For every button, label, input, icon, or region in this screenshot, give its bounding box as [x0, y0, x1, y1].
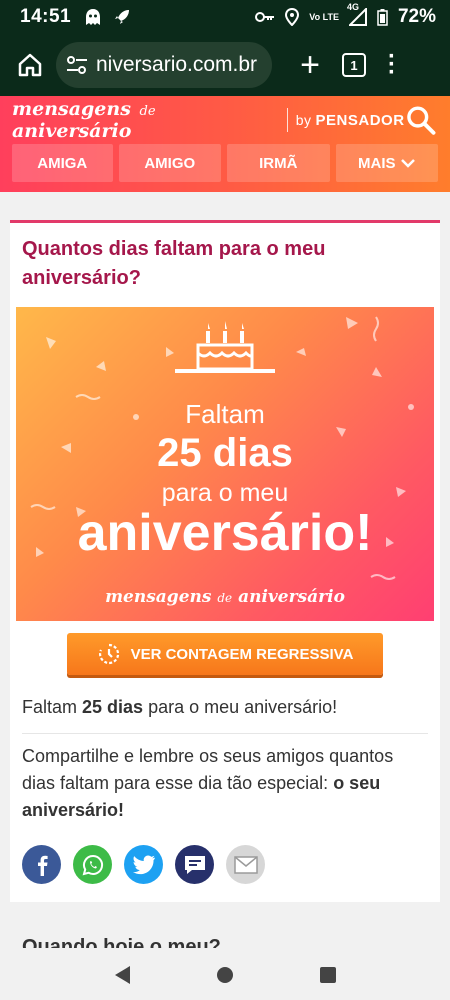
location-icon	[285, 8, 300, 26]
chevron-down-icon	[400, 159, 415, 168]
whatsapp-icon	[82, 854, 103, 875]
countdown-banner-image: Faltam 25 dias para o meu aniversário! m…	[16, 307, 434, 621]
site-settings-icon[interactable]	[66, 55, 88, 75]
new-tab-button[interactable]: +	[292, 46, 328, 85]
signal-label: 4G	[346, 2, 359, 12]
facebook-icon	[37, 855, 48, 876]
share-sms-button[interactable]	[175, 845, 214, 884]
next-section-heading: Quando hoje o meu?	[22, 936, 221, 948]
nav-mais[interactable]: MAIS	[335, 144, 438, 182]
home-icon	[18, 53, 42, 77]
tab-switcher-button[interactable]: 1	[342, 53, 366, 77]
network-type: Vo LTE	[309, 11, 339, 22]
more-options-icon[interactable]: · · ·	[388, 45, 396, 85]
rocket-icon	[115, 10, 130, 24]
site-header: mensagens de aniversário by PENSADOR AMIG…	[0, 96, 450, 192]
countdown-card: Quantos dias faltam para o meu aniversár…	[10, 220, 440, 902]
status-time: 14:51	[20, 6, 72, 27]
url-text: niversario.com.br	[96, 53, 258, 76]
back-icon[interactable]	[112, 964, 132, 986]
birthday-cake-icon	[175, 321, 275, 373]
share-buttons	[22, 845, 265, 884]
ghost-icon	[86, 9, 101, 25]
share-twitter-button[interactable]	[124, 845, 163, 884]
share-whatsapp-button[interactable]	[73, 845, 112, 884]
search-icon[interactable]	[405, 104, 436, 136]
share-facebook-button[interactable]	[22, 845, 61, 884]
brand-divider	[286, 108, 288, 132]
key-icon	[255, 12, 275, 22]
nav-amigo[interactable]: AMIGO	[118, 144, 221, 182]
share-prompt-text: Compartilhe e lembre os seus amigos quan…	[22, 746, 394, 820]
view-countdown-button[interactable]: VER CONTAGEM REGRESSIVA	[67, 633, 383, 675]
banner-brand-logo: mensagens de aniversário	[105, 587, 345, 607]
publisher-byline[interactable]: by PENSADOR	[296, 112, 405, 129]
banner-line-2: 25 dias	[157, 431, 293, 475]
category-nav: AMIGA AMIGO IRMÃ MAIS	[0, 144, 450, 182]
share-email-button[interactable]	[226, 845, 265, 884]
nav-irma[interactable]: IRMÃ	[227, 144, 330, 182]
battery-percent: 72%	[397, 6, 436, 27]
sms-icon	[184, 855, 205, 874]
divider	[22, 733, 428, 734]
recents-icon[interactable]	[318, 965, 338, 985]
status-bar: 14:51 Vo LTE 4G 72%	[0, 0, 450, 34]
system-nav-bar	[0, 950, 450, 1000]
email-icon	[233, 855, 258, 874]
twitter-icon	[132, 855, 155, 874]
timer-icon	[98, 643, 119, 665]
page-title: Quantos dias faltam para o meu aniversár…	[22, 238, 326, 289]
home-button[interactable]	[12, 47, 48, 83]
home-circle-icon[interactable]	[215, 965, 235, 985]
address-bar[interactable]: niversario.com.br	[56, 42, 272, 88]
days-left-text: Faltam 25 dias para o meu aniversário!	[22, 697, 338, 717]
site-logo[interactable]: mensagens de aniversário	[12, 98, 279, 142]
browser-toolbar: niversario.com.br + 1 · · ·	[0, 34, 450, 96]
nav-amiga[interactable]: AMIGA	[12, 144, 113, 182]
battery-icon	[377, 9, 388, 26]
banner-line-4: aniversário!	[77, 504, 373, 562]
banner-line-1: Faltam	[185, 399, 265, 429]
